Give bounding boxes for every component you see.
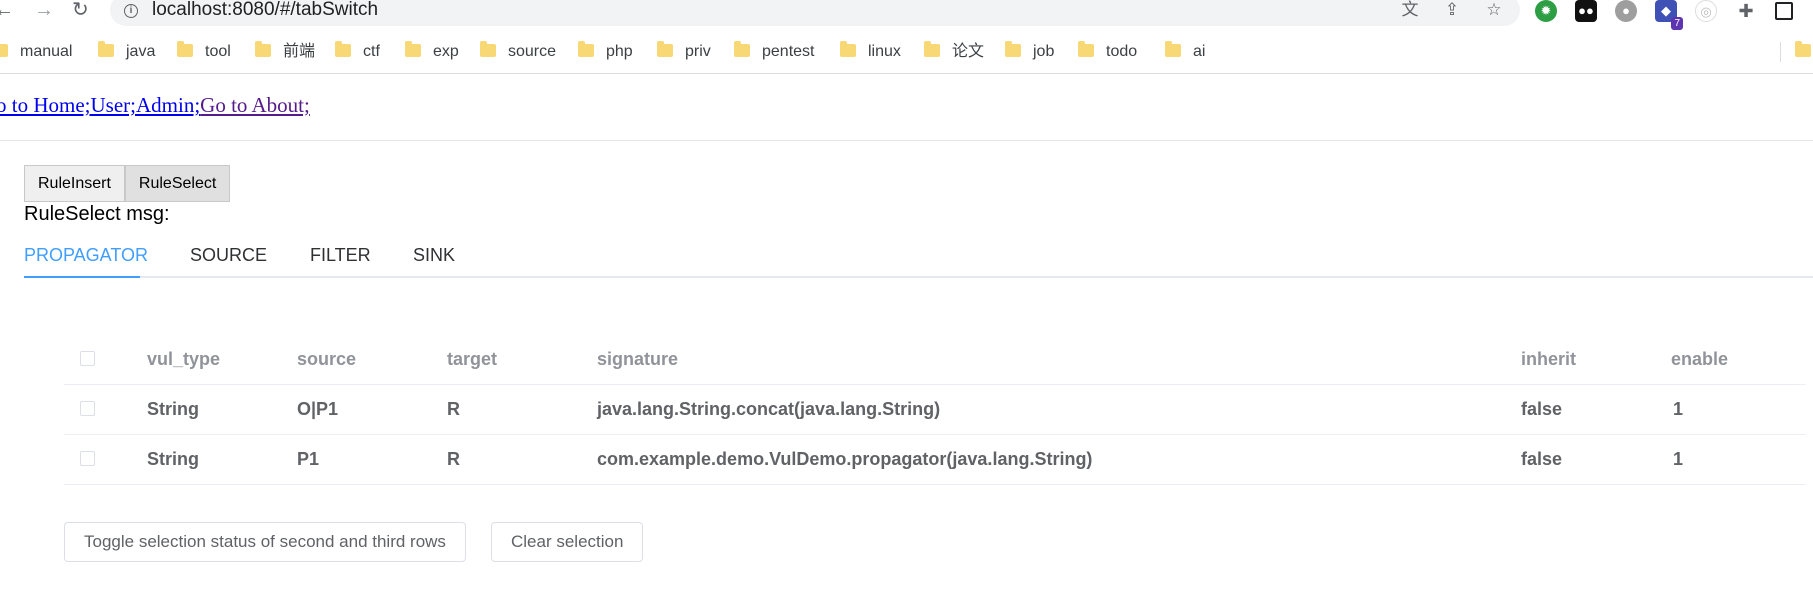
route-links: o to Home;User;Admin;Go to About; <box>0 93 310 118</box>
bookmarks-bar: manual java tool 前端 ctf exp source php p… <box>0 30 1813 74</box>
rule-select-message: RuleSelect msg: <box>24 203 170 225</box>
active-tab-indicator <box>24 276 140 278</box>
cell-inherit: false <box>1521 399 1563 419</box>
side-panel-icon[interactable] <box>1775 2 1793 20</box>
extension-circle-icon[interactable]: ● <box>1615 0 1637 22</box>
folder-icon <box>0 44 8 57</box>
rule-switch-buttons: RuleInsert RuleSelect <box>24 165 231 202</box>
header-signature: signature <box>597 349 679 369</box>
folder-icon <box>255 41 271 57</box>
tab-source[interactable]: SOURCE <box>190 242 267 268</box>
cell-inherit: false <box>1521 449 1563 469</box>
folder-icon <box>1005 41 1021 57</box>
folder-icon <box>657 41 673 57</box>
folder-icon <box>1078 41 1094 57</box>
extension-badge: 7 <box>1671 17 1683 30</box>
extensions-bar: ✹ ●● ● ◆ 7 ◎ ✚ <box>1535 0 1793 30</box>
header-inherit: inherit <box>1521 349 1577 369</box>
extension-stack-icon[interactable]: ◆ 7 <box>1655 0 1683 30</box>
header-vul-type: vul_type <box>147 349 221 369</box>
share-icon[interactable]: ⇪ <box>1442 0 1462 20</box>
cell-enable: 1 <box>1673 449 1684 469</box>
clear-selection-button[interactable]: Clear selection <box>491 522 644 562</box>
cell-enable: 1 <box>1673 399 1684 419</box>
select-all-checkbox[interactable] <box>80 351 95 366</box>
extension-gear-icon[interactable]: ✹ <box>1535 0 1557 22</box>
reload-icon[interactable]: ↻ <box>72 0 89 22</box>
cell-source: O|P1 <box>297 399 339 419</box>
bookmark-folder[interactable]: pentest <box>734 41 814 62</box>
translate-icon[interactable]: 文 <box>1400 0 1420 20</box>
extension-tampermonkey-icon[interactable]: ●● <box>1575 0 1597 22</box>
rule-insert-button[interactable]: RuleInsert <box>24 165 125 202</box>
bookmarks-divider <box>1780 42 1781 62</box>
tab-propagator[interactable]: PROPAGATOR <box>24 242 148 268</box>
folder-icon <box>335 41 351 57</box>
bookmark-folder[interactable]: ai <box>1165 41 1205 62</box>
bookmark-folder[interactable]: priv <box>657 41 711 62</box>
url-text[interactable]: localhost:8080/#/tabSwitch <box>152 0 378 21</box>
row-checkbox[interactable] <box>80 401 95 416</box>
toggle-selection-button[interactable]: Toggle selection status of second and th… <box>64 522 466 562</box>
rule-select-button[interactable]: RuleSelect <box>124 165 231 202</box>
extensions-puzzle-icon[interactable]: ✚ <box>1735 0 1757 22</box>
bookmark-folder[interactable]: manual <box>0 42 72 62</box>
bookmark-folder[interactable]: job <box>1005 41 1054 62</box>
forward-icon[interactable]: → <box>34 0 54 22</box>
cell-source: P1 <box>297 449 320 469</box>
folder-icon <box>924 41 940 57</box>
table-row[interactable]: String O|P1 R java.lang.String.concat(ja… <box>64 385 1806 435</box>
folder-icon <box>734 41 750 57</box>
bookmark-folder[interactable]: source <box>480 41 556 62</box>
tab-filter[interactable]: FILTER <box>310 242 371 268</box>
bookmark-folder[interactable]: 论文 <box>924 41 984 62</box>
user-link[interactable]: User; <box>91 93 137 117</box>
home-link[interactable]: o to Home; <box>0 93 91 117</box>
table-row[interactable]: String P1 R com.example.demo.VulDemo.pro… <box>64 435 1806 485</box>
browser-toolbar: ← → ↻ i localhost:8080/#/tabSwitch 文 ⇪ ☆… <box>0 0 1813 30</box>
bookmark-folder[interactable]: php <box>578 41 633 62</box>
folder-icon <box>840 41 856 57</box>
cell-vul-type: String <box>147 449 199 469</box>
cell-target: R <box>447 399 460 419</box>
cell-vul-type: String <box>147 399 199 419</box>
bookmark-folder[interactable]: tool <box>177 41 231 62</box>
bookmark-folder[interactable]: ctf <box>335 41 380 62</box>
header-enable: enable <box>1671 349 1729 369</box>
header-target: target <box>447 349 498 369</box>
rule-type-tabs: PROPAGATOR SOURCE FILTER SINK <box>24 238 1813 278</box>
header-source: source <box>297 349 357 369</box>
divider <box>0 140 1813 141</box>
address-bar[interactable]: i localhost:8080/#/tabSwitch 文 ⇪ ☆ <box>110 0 1520 26</box>
folder-icon <box>578 41 594 57</box>
folder-icon <box>405 41 421 57</box>
folder-icon <box>1795 41 1811 57</box>
folder-icon <box>1165 41 1181 57</box>
folder-icon <box>480 41 496 57</box>
cell-signature: java.lang.String.concat(java.lang.String… <box>597 399 941 419</box>
bookmark-folder[interactable]: todo <box>1078 41 1137 62</box>
row-checkbox[interactable] <box>80 451 95 466</box>
site-info-icon[interactable]: i <box>124 4 138 18</box>
bookmark-folder[interactable]: linux <box>840 41 901 62</box>
bookmark-folder[interactable]: 前端 <box>255 41 315 62</box>
admin-link[interactable]: Admin; <box>136 93 200 117</box>
table-header-row: vul_type source target signature inherit… <box>64 335 1806 385</box>
cell-target: R <box>447 449 460 469</box>
other-bookmarks-folder[interactable] <box>1795 41 1813 62</box>
bookmark-folder[interactable]: java <box>98 41 155 62</box>
folder-icon <box>98 41 114 57</box>
cell-signature: com.example.demo.VulDemo.propagator(java… <box>597 449 1093 469</box>
folder-icon <box>177 41 193 57</box>
about-link[interactable]: Go to About; <box>200 93 310 117</box>
rules-table: vul_type source target signature inherit… <box>64 335 1806 485</box>
bookmark-folder[interactable]: exp <box>405 41 459 62</box>
star-icon[interactable]: ☆ <box>1484 0 1504 20</box>
tab-sink[interactable]: SINK <box>413 242 455 268</box>
extension-radar-icon[interactable]: ◎ <box>1695 0 1717 22</box>
back-icon[interactable]: ← <box>0 0 14 22</box>
